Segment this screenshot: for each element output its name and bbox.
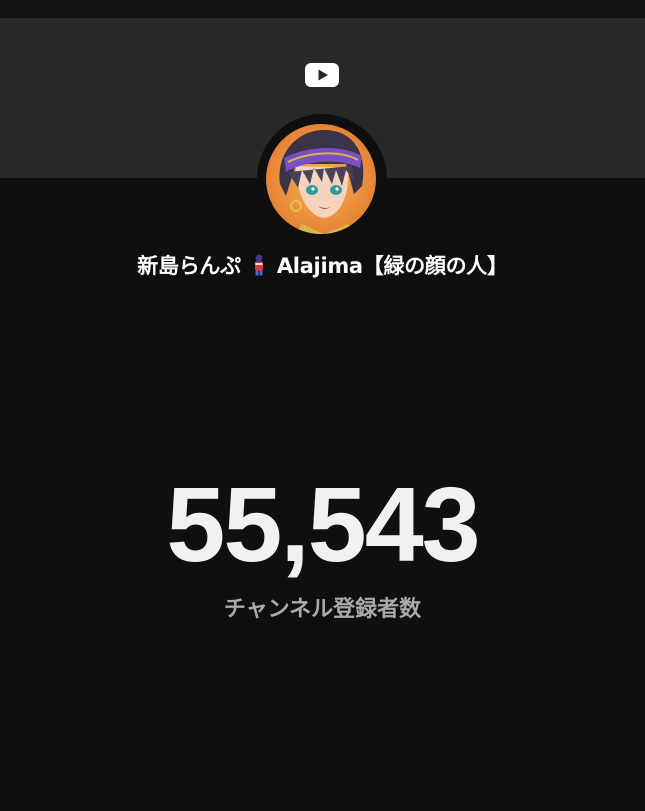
avatar-illustration — [266, 124, 376, 234]
channel-avatar[interactable] — [266, 124, 376, 234]
youtube-logo-icon — [305, 63, 339, 87]
standing-figure-emoji — [254, 254, 263, 276]
channel-name[interactable]: 新島らんぷ Alajima【緑の顔の人】 — [0, 250, 645, 280]
subscriber-count: 55,543 — [166, 466, 480, 584]
subscriber-label: チャンネル登録者数 — [223, 597, 422, 622]
subscriber-counter-page: 新島らんぷ Alajima【緑の顔の人】 55,543 チャンネル登録者数 — [0, 0, 645, 811]
top-bar — [0, 0, 645, 18]
channel-name-part1: 新島らんぷ — [137, 254, 241, 278]
channel-name-part2: Alajima【緑の顔の人】 — [276, 254, 508, 278]
